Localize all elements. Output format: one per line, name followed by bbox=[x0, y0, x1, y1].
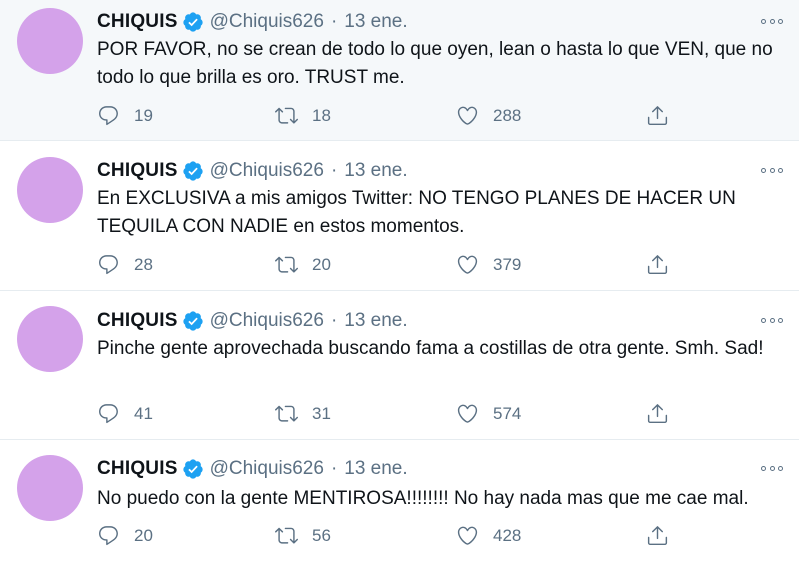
tweet-feed: CHIQUIS @Chiquis626 · 13 ene. POR FAVOR,… bbox=[0, 0, 799, 561]
like-count: 379 bbox=[493, 254, 522, 274]
retweet-icon bbox=[275, 527, 298, 544]
verified-badge-icon bbox=[182, 12, 203, 32]
verified-badge-icon bbox=[182, 311, 203, 331]
retweet-count: 20 bbox=[312, 254, 331, 274]
user-handle[interactable]: @Chiquis626 bbox=[210, 458, 324, 480]
display-name[interactable]: CHIQUIS bbox=[97, 458, 178, 480]
verified-badge-icon bbox=[182, 161, 203, 181]
like-button[interactable]: 574 bbox=[456, 402, 521, 425]
reply-icon bbox=[99, 526, 118, 546]
heart-icon bbox=[457, 255, 478, 274]
reply-button[interactable]: 28 bbox=[97, 253, 153, 276]
reply-count: 41 bbox=[134, 403, 153, 423]
retweet-icon bbox=[275, 256, 298, 273]
retweet-button[interactable]: 18 bbox=[275, 104, 331, 127]
avatar[interactable] bbox=[17, 8, 83, 74]
retweet-icon bbox=[275, 107, 298, 124]
tweet-text: POR FAVOR, no se crean de todo lo que oy… bbox=[97, 39, 773, 88]
reply-icon bbox=[99, 255, 118, 275]
retweet-icon bbox=[275, 405, 298, 422]
tweet-text: Pinche gente aprovechada buscando fama a… bbox=[97, 338, 764, 359]
like-count: 574 bbox=[493, 403, 522, 423]
share-button[interactable] bbox=[646, 402, 669, 425]
like-count: 288 bbox=[493, 105, 522, 125]
like-button[interactable]: 428 bbox=[456, 524, 521, 547]
tweet[interactable]: CHIQUIS @Chiquis626 · 13 ene. No puedo c… bbox=[0, 440, 799, 561]
share-icon bbox=[647, 106, 668, 126]
reply-button[interactable]: 20 bbox=[97, 524, 153, 547]
retweet-button[interactable]: 31 bbox=[275, 402, 331, 425]
tweet-date[interactable]: 13 ene. bbox=[344, 310, 407, 332]
display-name[interactable]: CHIQUIS bbox=[97, 310, 178, 332]
reply-icon bbox=[99, 404, 118, 424]
tweet-header: CHIQUIS @Chiquis626 · 13 ene. bbox=[97, 309, 408, 333]
reply-count: 20 bbox=[134, 525, 153, 545]
tweet[interactable]: CHIQUIS @Chiquis626 · 13 ene. En EXCLUSI… bbox=[0, 141, 799, 291]
tweet-text: No puedo con la gente MENTIROSA!!!!!!!! … bbox=[97, 488, 749, 509]
avatar[interactable] bbox=[17, 455, 83, 521]
heart-icon bbox=[457, 404, 478, 423]
separator-dot: · bbox=[330, 160, 338, 181]
user-handle[interactable]: @Chiquis626 bbox=[210, 11, 324, 33]
heart-icon bbox=[457, 106, 478, 125]
reply-count: 28 bbox=[134, 254, 153, 274]
more-options-icon[interactable] bbox=[761, 314, 783, 326]
tweet-header: CHIQUIS @Chiquis626 · 13 ene. bbox=[97, 159, 408, 183]
like-button[interactable]: 288 bbox=[456, 104, 521, 127]
retweet-count: 18 bbox=[312, 105, 331, 125]
like-count: 428 bbox=[493, 525, 522, 545]
reply-icon bbox=[99, 106, 118, 126]
reply-count: 19 bbox=[134, 105, 153, 125]
share-button[interactable] bbox=[646, 253, 669, 276]
tweet-date[interactable]: 13 ene. bbox=[344, 160, 407, 182]
share-button[interactable] bbox=[646, 104, 669, 127]
retweet-count: 31 bbox=[312, 403, 331, 423]
share-icon bbox=[647, 526, 668, 546]
like-button[interactable]: 379 bbox=[456, 253, 521, 276]
tweet[interactable]: CHIQUIS @Chiquis626 · 13 ene. Pinche gen… bbox=[0, 291, 799, 440]
retweet-button[interactable]: 20 bbox=[275, 253, 331, 276]
tweet-header: CHIQUIS @Chiquis626 · 13 ene. bbox=[97, 10, 408, 34]
reply-button[interactable]: 41 bbox=[97, 402, 153, 425]
tweet-text: En EXCLUSIVA a mis amigos Twitter: NO TE… bbox=[97, 188, 736, 237]
display-name[interactable]: CHIQUIS bbox=[97, 11, 178, 33]
share-icon bbox=[647, 255, 668, 275]
user-handle[interactable]: @Chiquis626 bbox=[210, 310, 324, 332]
user-handle[interactable]: @Chiquis626 bbox=[210, 160, 324, 182]
tweet-date[interactable]: 13 ene. bbox=[344, 458, 407, 480]
verified-badge-icon bbox=[182, 459, 203, 479]
reply-button[interactable]: 19 bbox=[97, 104, 153, 127]
separator-dot: · bbox=[330, 310, 338, 331]
retweet-button[interactable]: 56 bbox=[275, 524, 331, 547]
avatar[interactable] bbox=[17, 157, 83, 223]
separator-dot: · bbox=[330, 11, 338, 32]
tweet[interactable]: CHIQUIS @Chiquis626 · 13 ene. POR FAVOR,… bbox=[0, 0, 799, 141]
share-button[interactable] bbox=[646, 524, 669, 547]
more-options-icon[interactable] bbox=[761, 15, 783, 27]
more-options-icon[interactable] bbox=[761, 462, 783, 474]
heart-icon bbox=[457, 526, 478, 545]
separator-dot: · bbox=[330, 458, 338, 479]
display-name[interactable]: CHIQUIS bbox=[97, 160, 178, 182]
tweet-header: CHIQUIS @Chiquis626 · 13 ene. bbox=[97, 457, 408, 481]
tweet-date[interactable]: 13 ene. bbox=[344, 11, 407, 33]
more-options-icon[interactable] bbox=[761, 164, 783, 176]
share-icon bbox=[647, 404, 668, 424]
avatar[interactable] bbox=[17, 306, 83, 372]
retweet-count: 56 bbox=[312, 525, 331, 545]
